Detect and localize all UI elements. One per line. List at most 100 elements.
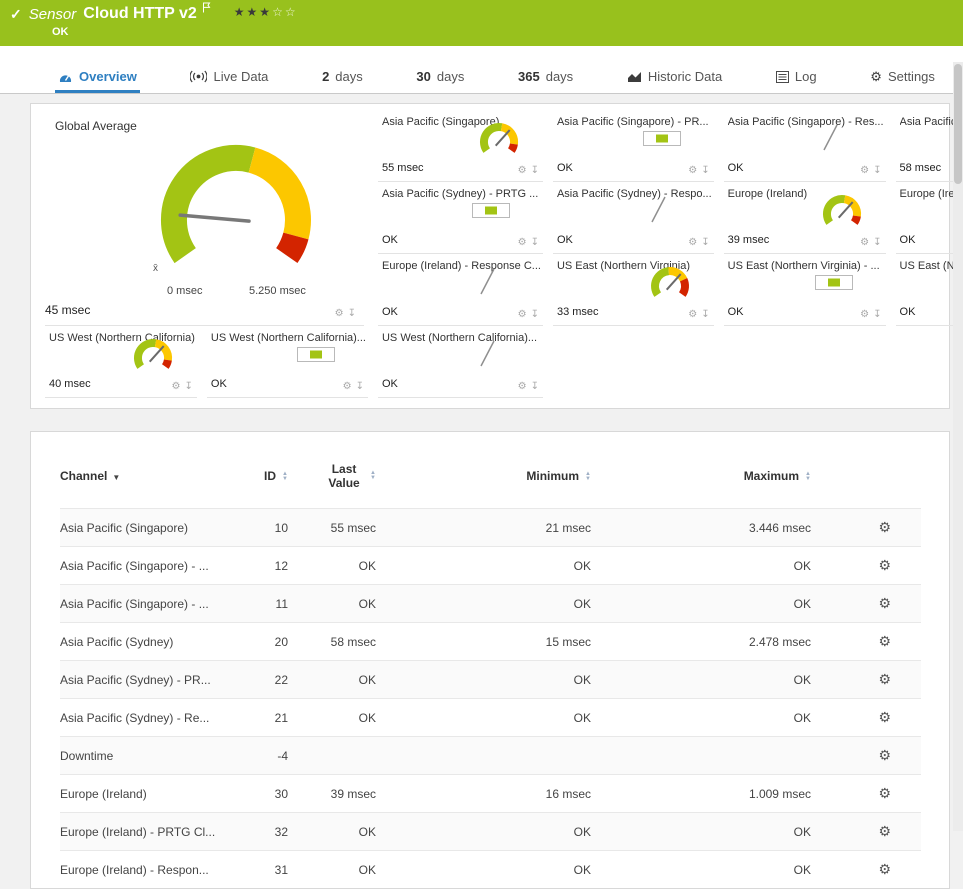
tile-gear-icon[interactable]: ⚙: [518, 238, 527, 248]
table-row[interactable]: Europe (Ireland) 30 39 msec 16 msec 1.00…: [60, 774, 921, 813]
star-icon[interactable]: ☆: [285, 5, 298, 19]
star-rating[interactable]: ★★★☆☆: [234, 3, 298, 21]
channel-gauge-tile[interactable]: Asia Pacific (Singapore) - PR... OK ⚙ ↧: [552, 110, 714, 182]
column-header-last-value[interactable]: Last Value ▲ ▼: [288, 442, 376, 509]
tab-settings[interactable]: ⚙ Settings: [867, 69, 938, 93]
channel-gauge-tile[interactable]: US West (Northern California)... OK ⚙ ↧: [377, 326, 543, 398]
tab-log[interactable]: Log: [773, 69, 820, 93]
tile-pin-icon[interactable]: ↧: [701, 166, 709, 176]
channel-settings-icon[interactable]: ⚙: [878, 519, 891, 535]
tile-gear-icon[interactable]: ⚙: [860, 310, 869, 320]
column-header-maximum[interactable]: Maximum ▲ ▼: [591, 442, 811, 509]
cell-minimum: OK: [376, 546, 591, 585]
table-row[interactable]: Asia Pacific (Sydney) - PR... 22 OK OK O…: [60, 660, 921, 699]
channel-gauge-tile[interactable]: Europe (Ireland) - Response C... OK ⚙ ↧: [377, 254, 543, 326]
table-row[interactable]: Downtime -4 ⚙: [60, 736, 921, 775]
vertical-scrollbar[interactable]: [953, 62, 963, 831]
tile-gear-icon[interactable]: ⚙: [688, 310, 697, 320]
sort-arrows-icon: ▲ ▼: [282, 470, 288, 482]
table-row[interactable]: Asia Pacific (Sydney) - Re... 21 OK OK O…: [60, 698, 921, 737]
star-icon[interactable]: ★: [234, 5, 247, 19]
tile-gear-icon[interactable]: ⚙: [688, 166, 697, 176]
tile-pin-icon[interactable]: ↧: [531, 238, 539, 248]
channel-settings-icon[interactable]: ⚙: [878, 823, 891, 839]
channel-settings-icon[interactable]: ⚙: [878, 785, 891, 801]
gauge-scale-min: 0 msec: [167, 285, 203, 297]
tile-gear-icon[interactable]: ⚙: [860, 166, 869, 176]
tile-gear-icon[interactable]: ⚙: [335, 309, 344, 319]
tile-pin-icon[interactable]: ↧: [185, 382, 193, 392]
table-row[interactable]: Asia Pacific (Singapore) 10 55 msec 21 m…: [60, 508, 921, 547]
tile-pin-icon[interactable]: ↧: [873, 310, 881, 320]
tile-pin-icon[interactable]: ↧: [531, 382, 539, 392]
tab-live-data[interactable]: Live Data: [187, 69, 271, 93]
channel-settings-icon[interactable]: ⚙: [878, 709, 891, 725]
channel-settings-icon[interactable]: ⚙: [878, 633, 891, 649]
channel-tile-value: 55 msec: [381, 162, 424, 174]
cell-id: 22: [240, 660, 288, 699]
channel-settings-icon[interactable]: ⚙: [878, 557, 891, 573]
tile-pin-icon[interactable]: ↧: [873, 238, 881, 248]
channel-tile-title: Asia Pacific (Singapore) - Res...: [727, 116, 884, 128]
cell-id: 20: [240, 622, 288, 661]
tile-pin-icon[interactable]: ↧: [873, 166, 881, 176]
star-icon[interactable]: ☆: [272, 5, 285, 19]
tab-30-days[interactable]: 30 days: [413, 69, 467, 93]
cell-minimum: OK: [376, 850, 591, 888]
channel-gauge-tile[interactable]: US West (Northern California) 40 msec ⚙ …: [45, 326, 197, 398]
tab-zone: Overview Live Data 2 days 30 days 365 da…: [0, 46, 963, 94]
tile-pin-icon[interactable]: ↧: [348, 309, 356, 319]
tile-gear-icon[interactable]: ⚙: [860, 238, 869, 248]
star-icon[interactable]: ★: [247, 5, 260, 19]
channel-settings-icon[interactable]: ⚙: [878, 671, 891, 687]
tile-pin-icon[interactable]: ↧: [356, 382, 364, 392]
column-header-channel[interactable]: Channel ▼: [60, 442, 240, 509]
sort-arrows-icon: ▲ ▼: [805, 470, 811, 482]
column-header-minimum[interactable]: Minimum ▲ ▼: [376, 442, 591, 509]
tab-2-days[interactable]: 2 days: [319, 69, 366, 93]
channel-gauge-tile[interactable]: Asia Pacific (Singapore) 55 msec ⚙ ↧: [377, 110, 543, 182]
channel-bar-graphic: [814, 270, 858, 301]
channel-gauge-tile[interactable]: US East (Northern Virginia) - ... OK ⚙ ↧: [723, 254, 886, 326]
channel-gauge-graphic: [819, 190, 866, 241]
channel-settings-icon[interactable]: ⚙: [878, 861, 891, 877]
channel-gauge-tile[interactable]: US East (Northern Virginia) 33 msec ⚙ ↧: [552, 254, 714, 326]
star-icon[interactable]: ★: [259, 5, 272, 19]
cell-maximum: [591, 736, 811, 775]
table-row[interactable]: Asia Pacific (Sydney) 20 58 msec 15 msec…: [60, 622, 921, 661]
table-row[interactable]: Asia Pacific (Singapore) - ... 11 OK OK …: [60, 584, 921, 623]
tile-gear-icon[interactable]: ⚙: [688, 238, 697, 248]
channel-gauge-tile[interactable]: Asia Pacific (Sydney) - PRTG ... OK ⚙ ↧: [377, 182, 543, 254]
global-average-tile[interactable]: Global Average x̄ 0 msec 5.250 msec 45 m…: [45, 110, 364, 326]
tile-gear-icon[interactable]: ⚙: [172, 382, 181, 392]
tile-gear-icon[interactable]: ⚙: [343, 382, 352, 392]
table-row[interactable]: Asia Pacific (Singapore) - ... 12 OK OK …: [60, 546, 921, 585]
cell-channel: Europe (Ireland) - Respon...: [60, 850, 240, 888]
table-row[interactable]: Europe (Ireland) - PRTG Cl... 32 OK OK O…: [60, 812, 921, 851]
tile-pin-icon[interactable]: ↧: [531, 310, 539, 320]
scrollbar-thumb[interactable]: [954, 64, 962, 184]
channel-table-panel: Channel ▼ ID ▲ ▼ Last Value ▲ ▼ Minimum ▲ ▼ Max…: [30, 431, 950, 889]
tile-gear-icon[interactable]: ⚙: [518, 382, 527, 392]
tile-pin-icon[interactable]: ↧: [701, 310, 709, 320]
tile-pin-icon[interactable]: ↧: [701, 238, 709, 248]
tile-pin-icon[interactable]: ↧: [531, 166, 539, 176]
channel-tile-title: US West (Northern California)...: [381, 332, 538, 344]
flag-icon[interactable]: [202, 0, 211, 18]
column-header-id[interactable]: ID ▲ ▼: [240, 442, 288, 509]
channel-settings-icon[interactable]: ⚙: [878, 595, 891, 611]
tile-gear-icon[interactable]: ⚙: [518, 310, 527, 320]
channel-gauge-tile[interactable]: Europe (Ireland) 39 msec ⚙ ↧: [723, 182, 886, 254]
channel-tile-title: Asia Pacific (Sydney) - Respo...: [556, 188, 712, 200]
tile-gear-icon[interactable]: ⚙: [518, 166, 527, 176]
channel-gauge-tile[interactable]: Asia Pacific (Singapore) - Res... OK ⚙ ↧: [723, 110, 886, 182]
cell-id: 21: [240, 698, 288, 737]
tab-historic-data[interactable]: Historic Data: [624, 69, 725, 93]
tab-365-days[interactable]: 365 days: [515, 69, 576, 93]
log-icon: [775, 70, 789, 83]
table-row[interactable]: Europe (Ireland) - Respon... 31 OK OK OK…: [60, 850, 921, 888]
channel-gauge-tile[interactable]: Asia Pacific (Sydney) - Respo... OK ⚙ ↧: [552, 182, 714, 254]
channel-settings-icon[interactable]: ⚙: [878, 747, 891, 763]
tab-overview[interactable]: Overview: [55, 69, 140, 93]
channel-gauge-tile[interactable]: US West (Northern California)... OK ⚙ ↧: [206, 326, 368, 398]
